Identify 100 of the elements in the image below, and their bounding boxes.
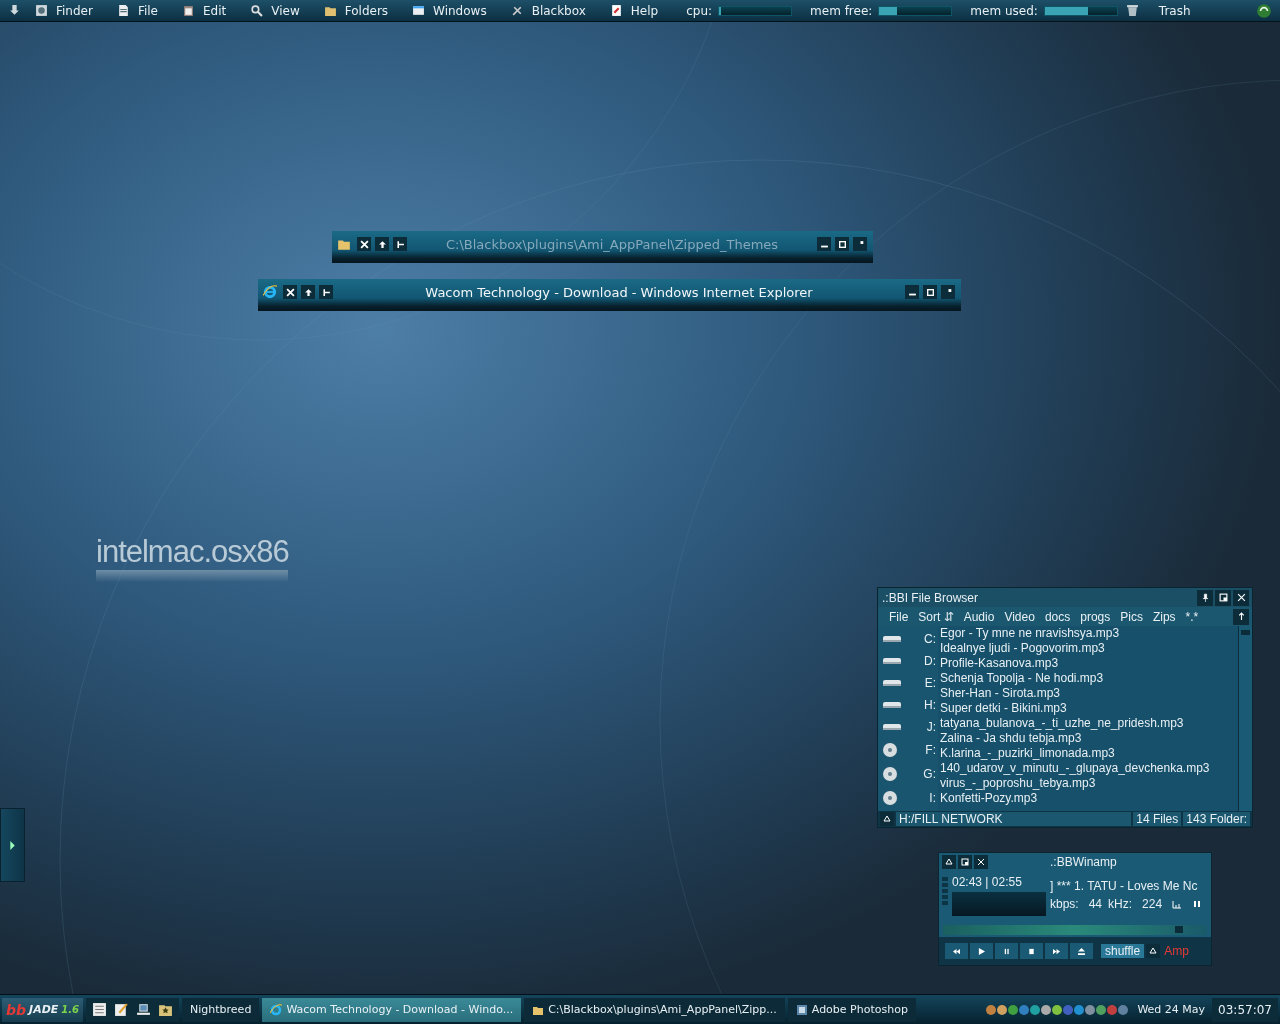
window-title: .:BBWinamp: [1050, 855, 1117, 869]
track-list-row[interactable]: Super detki - Bikini.mp3: [938, 701, 1238, 716]
hard-drive-icon[interactable]: [882, 700, 902, 710]
raise-arrow-icon[interactable]: [301, 285, 315, 299]
list-icon[interactable]: [92, 1002, 108, 1017]
restore-icon[interactable]: [1215, 589, 1231, 606]
track-list-row[interactable]: Schenja Topolja - Ne hodi.mp3: [938, 671, 1238, 686]
download-arrow-icon[interactable]: [8, 4, 21, 17]
browser-e-icon: [263, 285, 277, 299]
hard-drive-icon[interactable]: [882, 678, 902, 688]
close-icon[interactable]: [357, 237, 371, 251]
slit-toggle-tab[interactable]: [0, 808, 25, 882]
maximize-icon[interactable]: [835, 237, 849, 251]
hard-drive-icon[interactable]: [882, 722, 902, 732]
disc-icon[interactable]: [882, 790, 898, 806]
desktop-logo-text: intelmac.osx86: [96, 534, 289, 570]
filter-menu-item[interactable]: File: [884, 609, 914, 624]
menu-item[interactable]: Blackbox: [504, 3, 596, 18]
menu-item[interactable]: Edit: [176, 3, 237, 18]
shade-icon[interactable]: [853, 237, 867, 251]
filter-menu-item[interactable]: Sort ⇵: [913, 609, 959, 624]
window-icon: [412, 4, 426, 17]
menu-item[interactable]: Finder: [29, 3, 103, 18]
laptop-icon[interactable]: [136, 1002, 152, 1017]
menu-item[interactable]: Help: [603, 3, 669, 18]
close-icon[interactable]: [1233, 589, 1249, 606]
scrollbar-track[interactable]: [1238, 626, 1252, 811]
track-list-row[interactable]: Sher-Han - Sirota.mp3: [938, 686, 1238, 701]
eject-icon[interactable]: [1070, 943, 1093, 959]
filter-menu-item[interactable]: Audio: [958, 609, 1000, 624]
raise-arrow-icon[interactable]: [375, 237, 389, 251]
close-icon[interactable]: [974, 855, 988, 869]
filter-menu-item[interactable]: progs: [1075, 609, 1116, 624]
pin-icon[interactable]: [1197, 589, 1213, 606]
taskbar-clock: 03:57:07: [1212, 997, 1278, 1022]
drive-letter[interactable]: D:: [924, 654, 936, 668]
filter-menu-item[interactable]: docs: [1039, 609, 1076, 624]
hard-drive-icon[interactable]: [882, 656, 902, 666]
disc-icon[interactable]: [882, 766, 898, 782]
menu-item[interactable]: File: [110, 3, 168, 18]
drive-letter[interactable]: J:: [926, 720, 936, 734]
minimize-icon[interactable]: [817, 237, 831, 251]
taskbar-task[interactable]: Adobe Photoshop: [787, 997, 916, 1022]
next-icon[interactable]: [1045, 943, 1068, 959]
filter-menu-item[interactable]: Zips: [1147, 609, 1181, 624]
seek-thumb[interactable]: [1175, 926, 1184, 933]
shuffle-button[interactable]: shuffle: [1101, 944, 1145, 958]
volume-led-drawing: [942, 877, 948, 905]
trash-icon[interactable]: [1125, 4, 1139, 17]
eject-icon[interactable]: [1146, 944, 1161, 958]
hard-drive-icon[interactable]: [882, 634, 902, 644]
eject-icon[interactable]: [880, 812, 894, 826]
seek-bar[interactable]: [943, 925, 1207, 935]
taskbar-task[interactable]: C:\Blackbox\plugins\Ami_AppPanel\Zipp...: [524, 997, 785, 1022]
track-list-row[interactable]: Idealnye ljudi - Pogovorim.mp3: [938, 641, 1238, 656]
trash-label[interactable]: Trash: [1158, 3, 1191, 18]
track-list-row[interactable]: Profile-Kasanova.mp3: [938, 656, 1238, 671]
window-titlebar[interactable]: Wacom Technology - Download - Windows Internet Explorer: [258, 279, 961, 311]
pause-icon[interactable]: [995, 943, 1018, 959]
eject-icon[interactable]: [942, 855, 956, 869]
star-folder-icon[interactable]: [158, 1002, 174, 1017]
drive-letter[interactable]: G:: [923, 767, 936, 781]
pause-icon[interactable]: [1192, 899, 1203, 909]
previous-icon[interactable]: [945, 943, 968, 959]
menu-item[interactable]: Windows: [406, 3, 497, 18]
track-list-row[interactable]: 140_udarov_v_minutu_-_glupaya_devchenka.mp3: [938, 761, 1238, 776]
menu-item[interactable]: View: [244, 3, 310, 18]
close-icon[interactable]: [283, 285, 297, 299]
track-list-row[interactable]: Zalina - Ja shdu tebja.mp3: [938, 731, 1238, 746]
equalizer-icon[interactable]: [1172, 899, 1183, 909]
swirl-icon[interactable]: [1256, 2, 1272, 19]
stop-icon[interactable]: [1020, 943, 1043, 959]
taskbar-task[interactable]: Nightbreed: [182, 997, 260, 1022]
drive-letter[interactable]: H:: [924, 698, 936, 712]
track-list-row[interactable]: Konfetti-Pozy.mp3: [938, 791, 1238, 806]
drive-letter[interactable]: C:: [924, 632, 936, 646]
drive-letter[interactable]: F:: [925, 743, 936, 757]
play-icon[interactable]: [970, 943, 993, 959]
maximize-icon[interactable]: [923, 285, 937, 299]
track-list-row[interactable]: K.larina_-_puzirki_limonada.mp3: [938, 746, 1238, 761]
filter-menu-item[interactable]: Pics: [1115, 609, 1148, 624]
drive-letter[interactable]: I:: [929, 791, 936, 805]
pin-icon[interactable]: [319, 285, 333, 299]
minimize-icon[interactable]: [905, 285, 919, 299]
shade-icon[interactable]: [941, 285, 955, 299]
pencil-note-icon[interactable]: [114, 1002, 130, 1017]
filter-menu-item[interactable]: *.*: [1180, 609, 1204, 624]
drive-letter[interactable]: E:: [924, 676, 936, 690]
menu-item[interactable]: Folders: [317, 3, 399, 18]
track-list-row[interactable]: Egor - Ty mne ne nravishsya.mp3: [938, 626, 1238, 641]
disc-icon[interactable]: [882, 742, 898, 758]
track-title: ] *** 1. TATU - Loves Me Nc: [1050, 878, 1199, 893]
taskbar-task[interactable]: Wacom Technology - Download - Windo...: [262, 997, 522, 1022]
image-icon: [795, 1003, 808, 1016]
filter-menu-item[interactable]: Video: [999, 609, 1040, 624]
restore-icon[interactable]: [958, 855, 972, 869]
track-list-row[interactable]: tatyana_bulanova_-_ti_uzhe_ne_pridesh.mp3: [938, 716, 1238, 731]
pin-icon[interactable]: [393, 237, 407, 251]
track-list-row[interactable]: virus_-_poproshu_tebya.mp3: [938, 776, 1238, 791]
scroll-thumb[interactable]: [1241, 630, 1250, 635]
